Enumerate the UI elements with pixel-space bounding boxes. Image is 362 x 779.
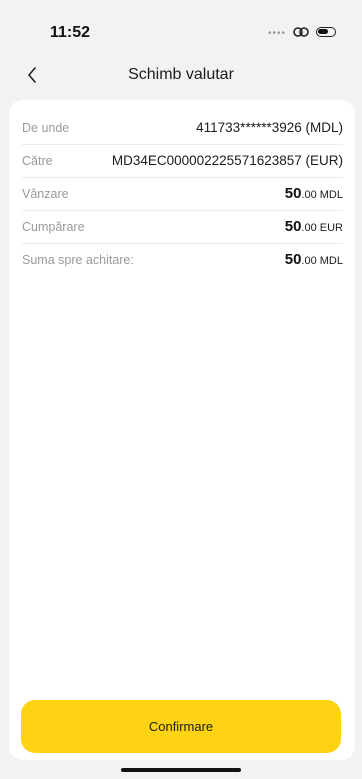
detail-row-sell: Vânzare 50.00 MDL (22, 177, 343, 211)
amount-integer: 50 (284, 250, 302, 268)
status-time: 11:52 (50, 24, 91, 41)
detail-row-source: De unde 411733******3926 (MDL) (22, 111, 343, 145)
detail-row-total: Suma spre achitare: 50.00 MDL (22, 243, 343, 276)
detail-label: De unde (22, 120, 70, 135)
detail-value: 411733******3926 (MDL) (196, 120, 343, 135)
status-icons: •••• (268, 25, 336, 39)
signal-dots-icon: •••• (267, 28, 286, 39)
detail-label: Către (22, 153, 53, 168)
status-bar: 11:52 •••• (0, 0, 362, 60)
amount-decimal-currency: .00 MDL (301, 188, 343, 201)
detail-label: Suma spre achitare: (22, 252, 134, 267)
details-card: De unde 411733******3926 (MDL) Către MD3… (9, 100, 355, 760)
detail-row-destination: Către MD34EC000002225571623857 (EUR) (22, 144, 343, 178)
confirm-button[interactable]: Confirmare (21, 700, 341, 753)
amount-integer: 50 (284, 184, 302, 202)
page-title: Schimb valutar (128, 66, 234, 83)
amount-decimal-currency: .00 EUR (301, 221, 343, 234)
detail-value: MD34EC000002225571623857 (EUR) (111, 153, 343, 168)
battery-icon (316, 27, 336, 37)
detail-amount: 50.00 MDL (285, 251, 343, 269)
link-icon (292, 26, 310, 38)
detail-amount: 50.00 MDL (285, 185, 343, 203)
detail-label: Cumpărare (22, 219, 85, 234)
home-indicator (121, 768, 241, 772)
amount-decimal-currency: .00 MDL (301, 254, 343, 267)
amount-integer: 50 (284, 217, 302, 235)
detail-amount: 50.00 EUR (285, 218, 343, 236)
nav-bar: Schimb valutar (0, 58, 362, 92)
detail-label: Vânzare (22, 186, 69, 201)
detail-row-buy: Cumpărare 50.00 EUR (22, 210, 343, 244)
